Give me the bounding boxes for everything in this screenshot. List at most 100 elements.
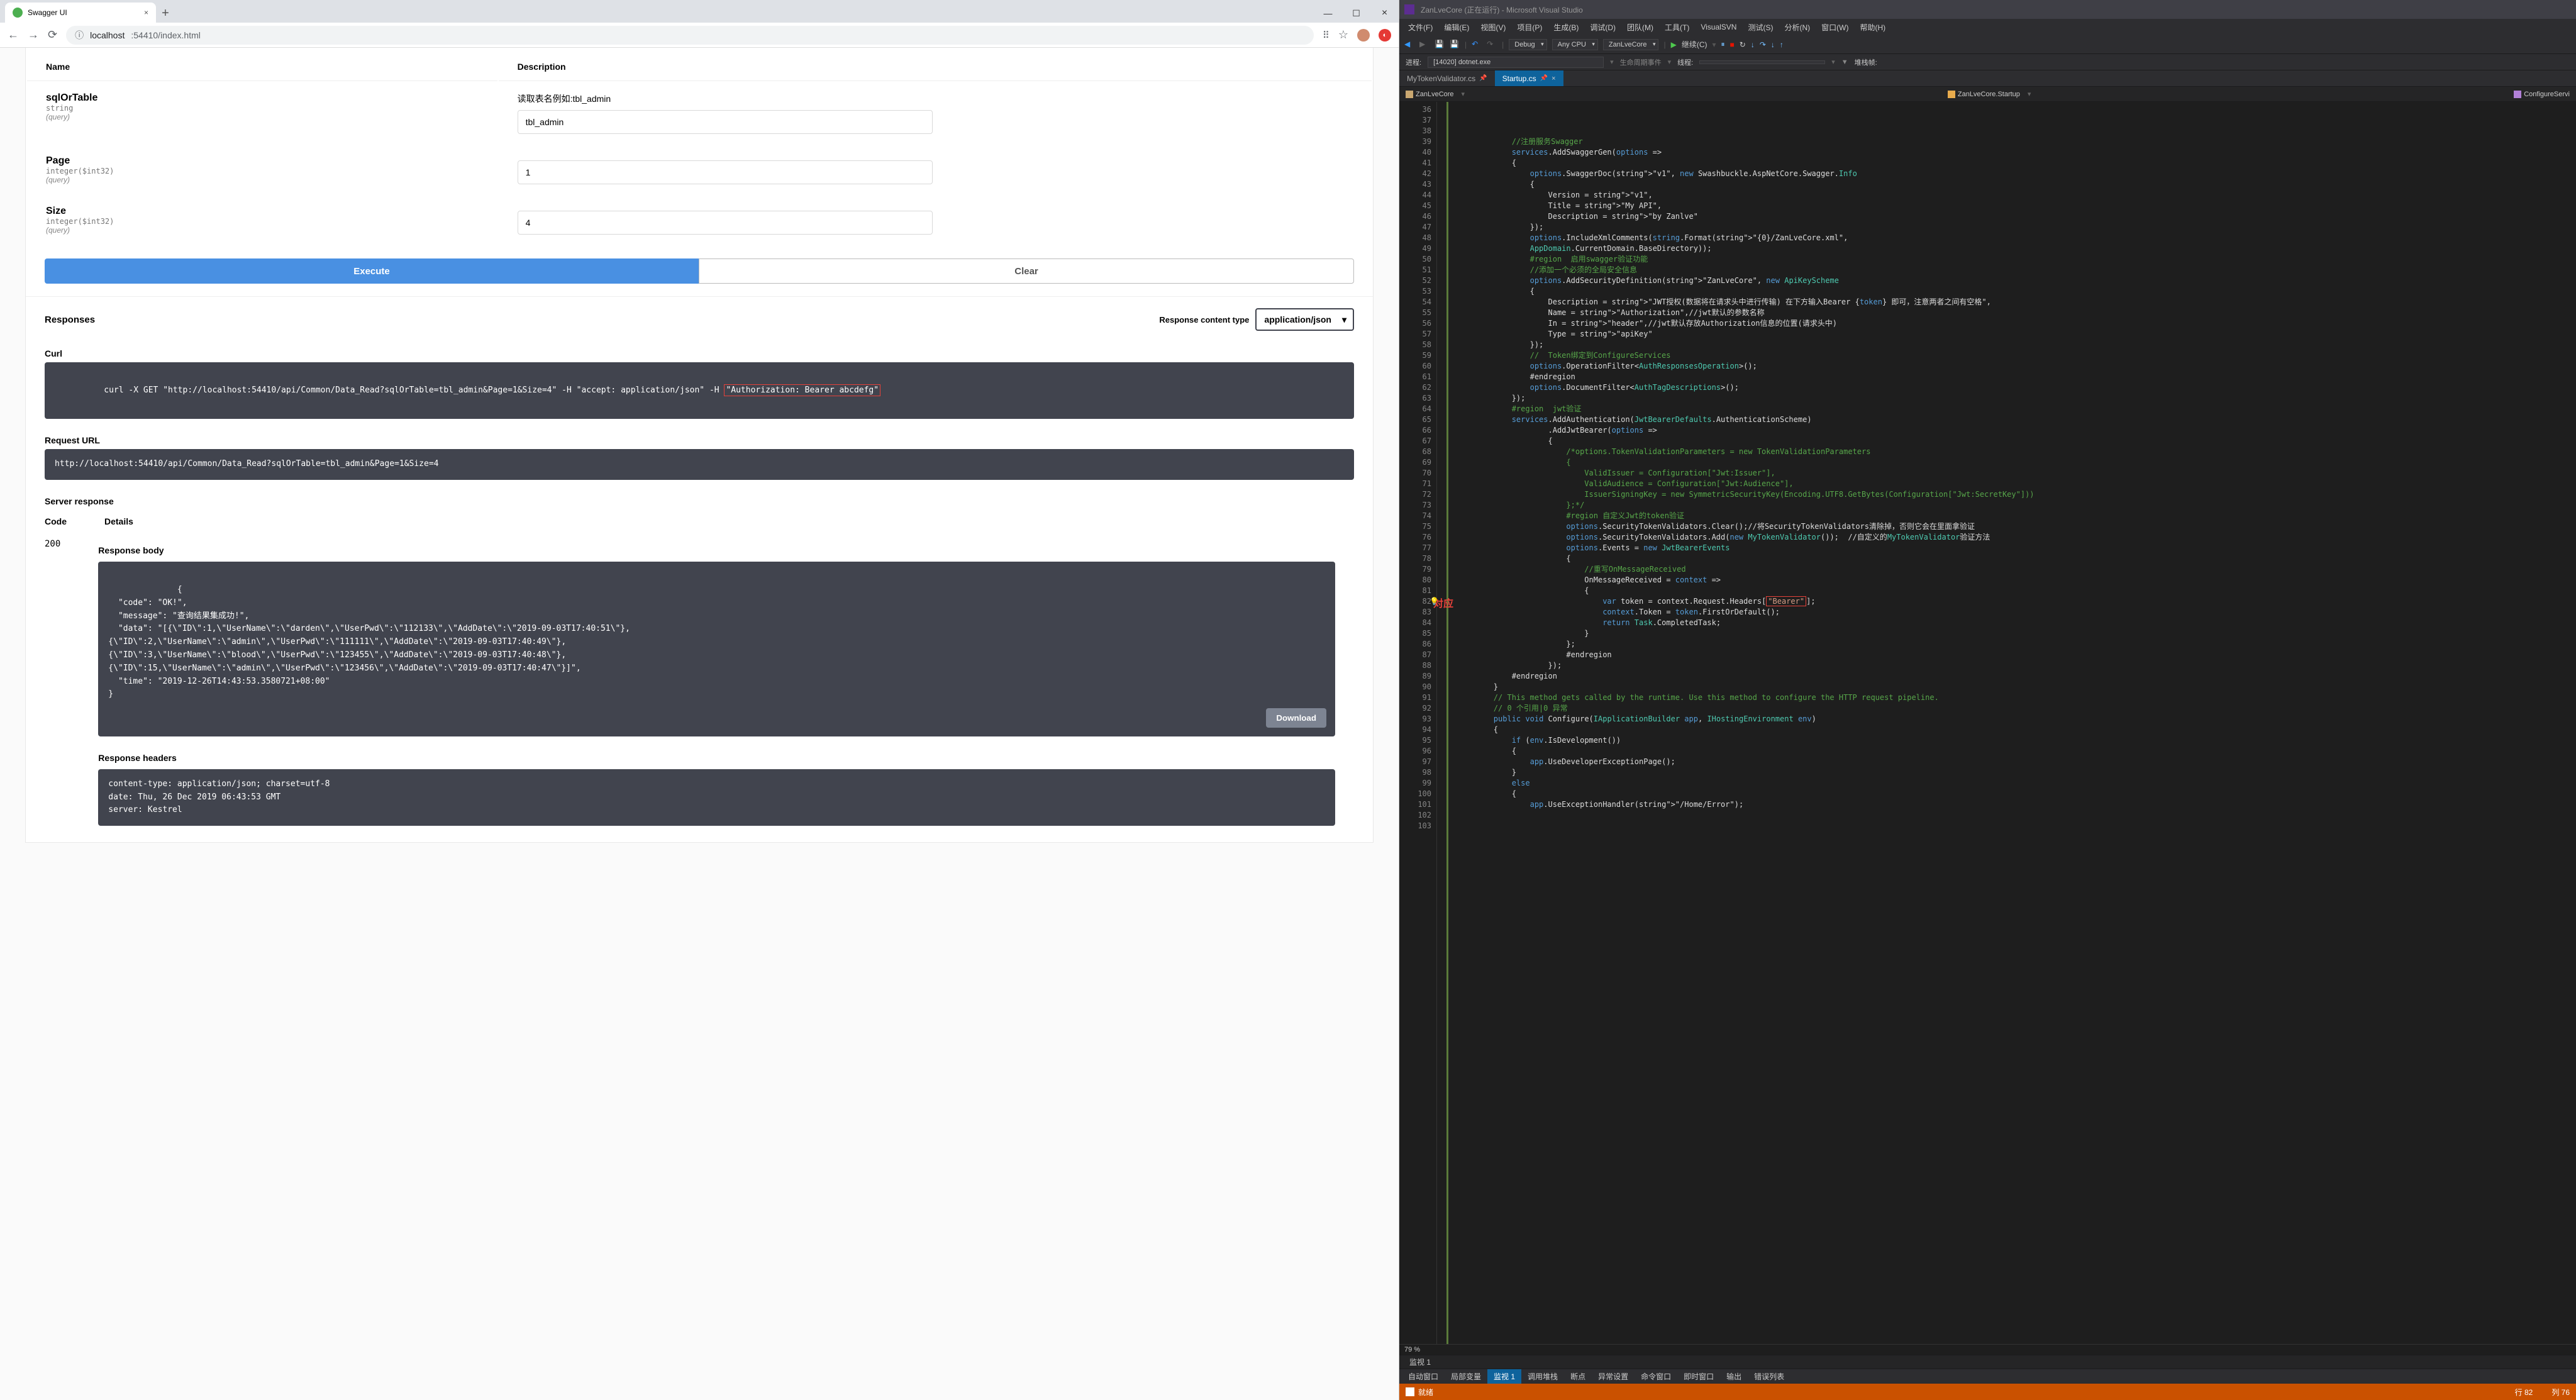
tab-title: Swagger UI [28,8,67,17]
filter-icon[interactable]: ▼ [1841,58,1848,66]
new-tab-button[interactable]: + [156,4,175,23]
lifecycle-label[interactable]: 生命周期事件 [1620,57,1662,67]
menu-item[interactable]: 项目(P) [1512,21,1547,34]
step-over-icon[interactable]: ↷ [1760,40,1766,49]
thread-select[interactable] [1699,60,1825,64]
platform-select[interactable]: Any CPU [1552,39,1598,50]
param-input-page[interactable] [518,160,933,184]
code-editor[interactable]: 3637383940414243444546474849505152535455… [1399,102,2576,1344]
response-content-type-select[interactable]: application/json [1255,308,1354,331]
param-input-size[interactable] [518,211,933,235]
address-bar[interactable]: ⓘ localhost :54410/index.html [66,26,1314,45]
extension-icon[interactable]: ◐ [1379,29,1391,42]
zoom-level[interactable]: 79 % [1399,1344,2576,1355]
bottom-tab[interactable]: 即时窗口 [1677,1369,1720,1384]
param-type: integer($int32) [46,167,479,175]
undo-icon[interactable]: ↶ [1472,40,1482,50]
menu-item[interactable]: 团队(M) [1622,21,1658,34]
chrome-toolbar: ← → ⟳ ⓘ localhost :54410/index.html ⠿ ☆ ◐ [0,23,1399,48]
download-button[interactable]: Download [1266,708,1326,728]
curl-block: curl -X GET "http://localhost:54410/api/… [45,362,1354,419]
browser-tab[interactable]: Swagger UI × [5,3,156,23]
bottom-tab[interactable]: 自动窗口 [1402,1369,1445,1384]
project-select[interactable]: ZanLveCore [1603,39,1659,50]
bottom-tab[interactable]: 错误列表 [1748,1369,1790,1384]
thread-label: 线程: [1677,57,1693,67]
th-name: Name [27,49,497,81]
code-header: Code [45,516,67,526]
bottom-tab[interactable]: 输出 [1720,1369,1748,1384]
menu-item[interactable]: 文件(F) [1403,21,1438,34]
menu-item[interactable]: 编辑(E) [1439,21,1474,34]
menu-item[interactable]: VisualSVN [1696,21,1741,33]
pause-icon[interactable]: ⏸ [1721,40,1725,49]
save-all-icon[interactable]: 💾 [1450,40,1460,50]
step-into-icon[interactable]: ↓ [1771,40,1775,49]
stackframe-label: 堆栈帧: [1855,57,1877,67]
step-to-icon[interactable]: ↓ [1751,40,1755,49]
stop-icon[interactable]: ■ [1730,40,1735,49]
bottom-tab[interactable]: 异常设置 [1592,1369,1635,1384]
bottom-tab[interactable]: 命令窗口 [1635,1369,1677,1384]
execute-button[interactable]: Execute [45,258,699,284]
pin-icon[interactable]: 📌 [1479,75,1487,82]
forward-icon[interactable]: → [28,28,39,42]
bottom-tab[interactable]: 断点 [1564,1369,1592,1384]
star-icon[interactable]: ☆ [1338,28,1348,42]
url-host: localhost [90,30,125,40]
close-tab-icon[interactable]: × [1552,75,1555,82]
menu-item[interactable]: 测试(S) [1743,21,1778,34]
response-content-type-label: Response content type [1159,315,1249,325]
menu-item[interactable]: 分析(N) [1779,21,1815,34]
site-info-icon[interactable]: ⓘ [75,29,84,42]
back-icon[interactable]: ← [8,28,19,42]
editor-tab-mytokenvalidator[interactable]: MyTokenValidator.cs 📌 [1399,70,1495,86]
profile-avatar-icon[interactable] [1357,29,1370,42]
vs-toolbar: ◀ ▶ 💾 💾 | ↶ ↷ | Debug Any CPU ZanLveCore… [1399,35,2576,54]
editor-tab-startup[interactable]: Startup.cs 📌 × [1495,70,1563,86]
menu-item[interactable]: 视图(V) [1475,21,1511,34]
crumb-method[interactable]: ConfigureServi [2514,91,2570,98]
menu-item[interactable]: 工具(T) [1660,21,1694,34]
response-code: 200 [45,539,60,836]
crumb-class[interactable]: ZanLveCore.Startup [1948,91,2020,98]
bottom-tab[interactable]: 监视 1 [1487,1369,1521,1384]
menu-item[interactable]: 帮助(H) [1855,21,1890,34]
watch-title: 监视 1 [1404,1355,1436,1369]
nav-back-icon[interactable]: ◀ [1404,40,1414,50]
reload-icon[interactable]: ⟳ [48,28,57,42]
crumb-project[interactable]: ZanLveCore [1406,91,1454,98]
swagger-favicon [13,8,23,18]
bottom-tab[interactable]: 调用堆栈 [1521,1369,1564,1384]
pin-icon[interactable]: 📌 [1540,75,1548,82]
menu-item[interactable]: 生成(B) [1548,21,1584,34]
minimize-icon[interactable]: — [1314,4,1342,23]
translate-icon[interactable]: ⠿ [1323,30,1330,41]
continue-icon[interactable]: ▶ [1671,40,1677,49]
save-icon[interactable]: 💾 [1435,40,1445,50]
nav-forward-icon[interactable]: ▶ [1419,40,1430,50]
config-select[interactable]: Debug [1509,39,1546,50]
menu-item[interactable]: 窗口(W) [1816,21,1853,34]
step-out-icon[interactable]: ↑ [1780,40,1784,49]
status-flag-icon [1406,1387,1414,1396]
menu-item[interactable]: 调试(D) [1585,21,1621,34]
code-area[interactable]: 对应 //注册服务Swagger services.AddSwaggerGen(… [1448,102,2576,1344]
responses-heading: Responses [45,314,95,325]
line-number-gutter: 3637383940414243444546474849505152535455… [1399,102,1437,1344]
process-select[interactable]: [14020] dotnet.exe [1428,57,1604,68]
request-url-label: Request URL [26,429,1373,449]
bottom-tab[interactable]: 局部变量 [1445,1369,1487,1384]
close-icon[interactable]: × [1370,4,1399,23]
window-controls: — ☐ × [1314,4,1399,23]
redo-icon[interactable]: ↷ [1487,40,1497,50]
continue-button[interactable]: 继续(C) [1682,39,1707,50]
vs-titlebar: ZanLveCore (正在运行) - Microsoft Visual Stu… [1399,0,2576,19]
param-meta: (query) [46,175,479,184]
url-path: :54410/index.html [131,30,201,40]
param-input-sqlortable[interactable] [518,110,933,134]
restart-icon[interactable]: ↻ [1740,40,1746,49]
maximize-icon[interactable]: ☐ [1342,4,1370,23]
clear-button[interactable]: Clear [699,258,1354,284]
close-tab-icon[interactable]: × [144,8,148,17]
